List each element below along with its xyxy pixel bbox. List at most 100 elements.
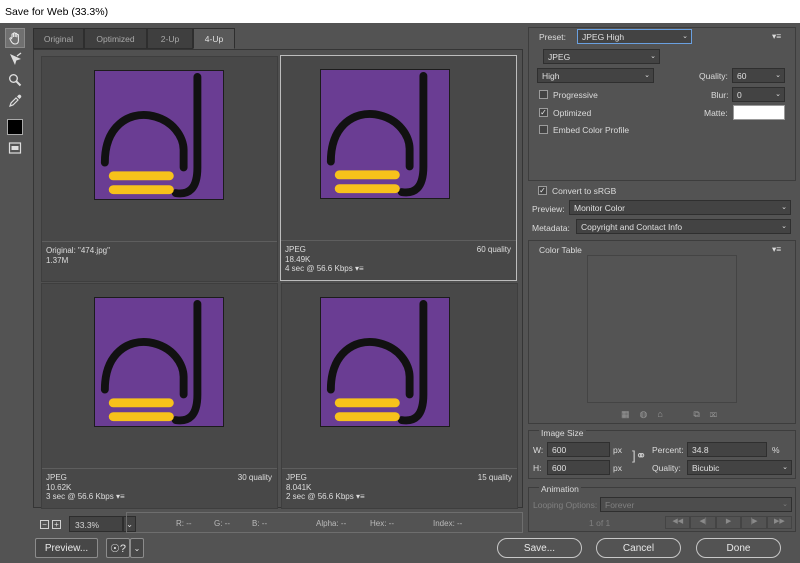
zoom-in-button[interactable]: + <box>52 520 61 529</box>
pane-download-time: 2 sec @ 56.6 Kbps <box>286 492 354 501</box>
color-table-panel: Color Table ▾≡ ▦◍⌂ ⧉⌧ <box>528 240 796 424</box>
tab-original[interactable]: Original <box>33 28 84 49</box>
slice-select-tool-icon[interactable] <box>5 49 25 69</box>
preset-label: Preset: <box>539 32 566 42</box>
zoom-out-button[interactable]: − <box>40 520 49 529</box>
first-frame-icon[interactable]: ◀◀ <box>665 516 691 529</box>
quality-field[interactable]: 60 ⌄ <box>732 68 785 83</box>
metadata-dropdown[interactable]: Copyright and Contact Info ⌄ <box>576 219 791 234</box>
optimized-label: Optimized <box>553 108 592 118</box>
readout-r: R: -- <box>176 519 192 528</box>
color-table-menu-icon[interactable]: ▾≡ <box>772 244 781 255</box>
matte-color-swatch[interactable] <box>733 105 785 120</box>
new-color-icon[interactable]: ⧉ <box>693 409 709 419</box>
preview-mode-value: Monitor Color <box>574 203 626 213</box>
matte-label: Matte: <box>704 108 728 118</box>
color-table-toolbar: ▦◍⌂ ⧉⌧ <box>621 409 727 420</box>
preview-image <box>320 69 450 207</box>
pane-info: JPEG 18.49K 4 sec @ 56.6 Kbps ▾≡ 60 qual… <box>281 240 516 280</box>
chevron-down-icon: ⌄ <box>775 72 781 79</box>
chevron-down-icon: ⌄ <box>650 53 656 60</box>
preview-image <box>320 297 450 435</box>
preview-image <box>94 70 224 208</box>
zoom-level-field[interactable]: 33.3% <box>69 516 123 532</box>
convert-srgb-label: Convert to sRGB <box>552 186 617 196</box>
color-readout: R: -- G: -- B: -- Alpha: -- Hex: -- Inde… <box>126 512 523 533</box>
resample-quality-value: Bicubic <box>692 463 720 473</box>
preview-mode-dropdown[interactable]: Monitor Color ⌄ <box>569 200 791 215</box>
pane-size: 1.37M <box>46 255 69 265</box>
progressive-checkbox[interactable] <box>539 90 548 99</box>
image-size-panel: Image Size W: 600 px H: 600 px ]⚭ Percen… <box>528 428 796 479</box>
readout-hex: Hex: -- <box>370 519 394 528</box>
toggle-slices-icon[interactable] <box>5 138 25 158</box>
preview-browser-icon[interactable]: ☉? <box>106 538 130 558</box>
height-label: H: <box>533 463 542 473</box>
blur-value: 0 <box>737 90 742 100</box>
pane-menu-icon[interactable]: ▾≡ <box>116 492 125 501</box>
metadata-label: Metadata: <box>532 223 570 233</box>
eyedropper-tool-icon[interactable] <box>5 91 25 111</box>
convert-srgb-checkbox[interactable]: ✓ <box>538 186 547 195</box>
preset-dropdown[interactable]: JPEG High ⌄ <box>577 29 692 44</box>
trash-icon[interactable]: ⌧ <box>710 409 727 419</box>
animation-panel: Animation Looping Options: Forever ⌄ 1 of… <box>528 484 796 532</box>
height-unit: px <box>613 463 622 473</box>
prev-frame-icon[interactable]: ◀| <box>690 516 716 529</box>
quality-level-dropdown[interactable]: High ⌄ <box>537 68 654 83</box>
tab-4-up[interactable]: 4-Up <box>193 28 235 49</box>
embed-color-profile-checkbox[interactable] <box>539 125 548 134</box>
pane-download-time: 4 sec @ 56.6 Kbps <box>285 264 353 273</box>
format-dropdown[interactable]: JPEG ⌄ <box>543 49 660 64</box>
web-shift-icon[interactable]: ◍ <box>640 409 658 419</box>
image-size-title: Image Size <box>539 428 586 438</box>
progressive-label: Progressive <box>553 90 598 100</box>
chevron-down-icon: ⌄ <box>781 223 787 230</box>
link-proportions-icon[interactable]: ]⚭ <box>632 448 647 464</box>
preview-button[interactable]: Preview... <box>35 538 98 558</box>
height-field[interactable]: 600 <box>547 460 610 475</box>
embed-color-profile-label: Embed Color Profile <box>553 125 630 135</box>
hand-tool-icon[interactable] <box>5 28 25 48</box>
readout-g: G: -- <box>214 519 230 528</box>
looping-dropdown[interactable]: Forever ⌄ <box>600 497 792 512</box>
zoom-tool-icon[interactable] <box>5 70 25 90</box>
tab-2-up[interactable]: 2-Up <box>147 28 193 49</box>
percent-field[interactable]: 34.8 <box>687 442 767 457</box>
chevron-down-icon: ⌄ <box>782 464 788 471</box>
preview-pane-original[interactable]: Original: "474.jpg" 1.37M <box>41 56 278 282</box>
preview-pane-optimized-15[interactable]: JPEG 8.041K 2 sec @ 56.6 Kbps ▾≡ 15 qual… <box>281 283 518 509</box>
looping-value: Forever <box>605 500 635 510</box>
tab-optimized[interactable]: Optimized <box>84 28 147 49</box>
pane-info: JPEG 10.62K 3 sec @ 56.6 Kbps ▾≡ 30 qual… <box>42 468 277 508</box>
last-frame-icon[interactable]: ▶▶ <box>766 516 793 529</box>
readout-b: B: -- <box>252 519 268 528</box>
save-button[interactable]: Save... <box>497 538 582 558</box>
map-color-icon[interactable]: ▦ <box>621 409 640 419</box>
window-title: Save for Web (33.3%) <box>0 0 800 23</box>
cancel-button[interactable]: Cancel <box>596 538 681 558</box>
panel-menu-icon[interactable]: ▾≡ <box>772 31 781 42</box>
done-button[interactable]: Done <box>696 538 781 558</box>
frame-counter: 1 of 1 <box>589 518 611 528</box>
color-swatch-fill <box>7 119 23 135</box>
eyedropper-color-swatch[interactable] <box>5 117 25 137</box>
logo-artwork <box>321 70 449 207</box>
next-frame-icon[interactable]: |▶ <box>741 516 767 529</box>
pane-info: Original: "474.jpg" 1.37M <box>42 241 277 281</box>
preview-pane-optimized-60[interactable]: JPEG 18.49K 4 sec @ 56.6 Kbps ▾≡ 60 qual… <box>280 55 517 281</box>
resample-quality-dropdown[interactable]: Bicubic ⌄ <box>687 460 792 475</box>
pane-menu-icon[interactable]: ▾≡ <box>355 264 364 273</box>
quality-label: Quality: <box>699 71 728 81</box>
blur-field[interactable]: 0 ⌄ <box>732 87 785 102</box>
optimized-checkbox[interactable]: ✓ <box>539 108 548 117</box>
chevron-down-icon: ⌄ <box>644 72 650 79</box>
browser-dropdown-chevron-icon[interactable]: ⌄ <box>130 538 144 558</box>
width-field[interactable]: 600 <box>547 442 610 457</box>
play-icon[interactable]: ▶ <box>715 516 742 529</box>
animation-controls: ◀◀ ◀| ▶ |▶ ▶▶ <box>665 516 793 529</box>
pane-menu-icon[interactable]: ▾≡ <box>356 492 365 501</box>
lock-color-icon[interactable]: ⌂ <box>657 409 672 419</box>
preview-pane-optimized-30[interactable]: JPEG 10.62K 3 sec @ 56.6 Kbps ▾≡ 30 qual… <box>41 283 278 509</box>
quality-level-value: High <box>542 71 560 81</box>
